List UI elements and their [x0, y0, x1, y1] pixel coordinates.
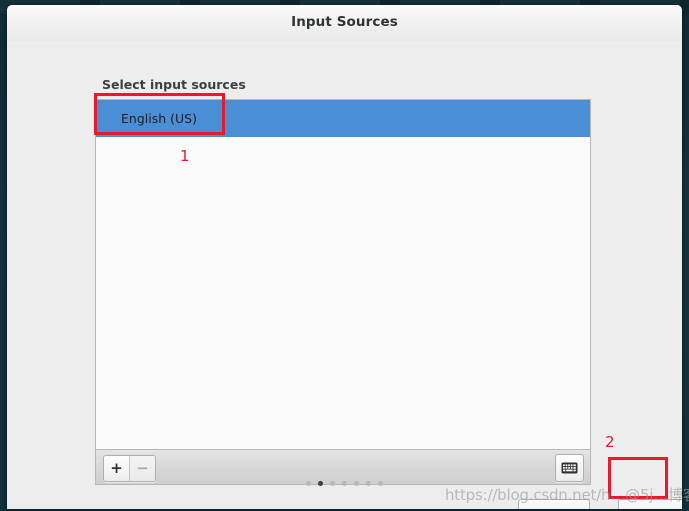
- page-dot[interactable]: [342, 481, 347, 486]
- page-dot[interactable]: [366, 481, 371, 486]
- window-titlebar[interactable]: Input Sources: [7, 5, 682, 42]
- list-item-english-us[interactable]: English (US): [96, 100, 590, 137]
- page-dot[interactable]: [330, 481, 335, 486]
- input-sources-window: Input Sources Select input sources Engli…: [7, 5, 682, 509]
- minus-icon: −: [136, 459, 149, 477]
- list-empty-area[interactable]: [96, 137, 590, 449]
- page-dot-active[interactable]: [318, 481, 323, 486]
- next-button[interactable]: Next: [618, 499, 682, 509]
- previous-button-label: Previous: [528, 507, 581, 510]
- page-dot[interactable]: [306, 481, 311, 486]
- list-item-label: English (US): [121, 111, 197, 126]
- window-content: Select input sources English (US) + −: [7, 41, 682, 509]
- previous-button[interactable]: Previous: [518, 499, 590, 509]
- remove-input-source-button[interactable]: −: [129, 456, 155, 481]
- plus-icon: +: [110, 459, 123, 477]
- input-sources-list[interactable]: English (US): [95, 99, 591, 449]
- window-title: Input Sources: [291, 14, 398, 30]
- section-label: Select input sources: [102, 77, 246, 92]
- list-toolbar: + −: [95, 449, 591, 485]
- add-remove-segmented-control: + −: [103, 455, 156, 482]
- keyboard-icon: [561, 462, 578, 474]
- show-keyboard-layout-button[interactable]: [555, 454, 584, 482]
- next-button-label: Next: [637, 507, 666, 510]
- page-indicator-dots: [7, 481, 682, 486]
- page-dot[interactable]: [378, 481, 383, 486]
- page-dot[interactable]: [354, 481, 359, 486]
- add-input-source-button[interactable]: +: [104, 456, 129, 481]
